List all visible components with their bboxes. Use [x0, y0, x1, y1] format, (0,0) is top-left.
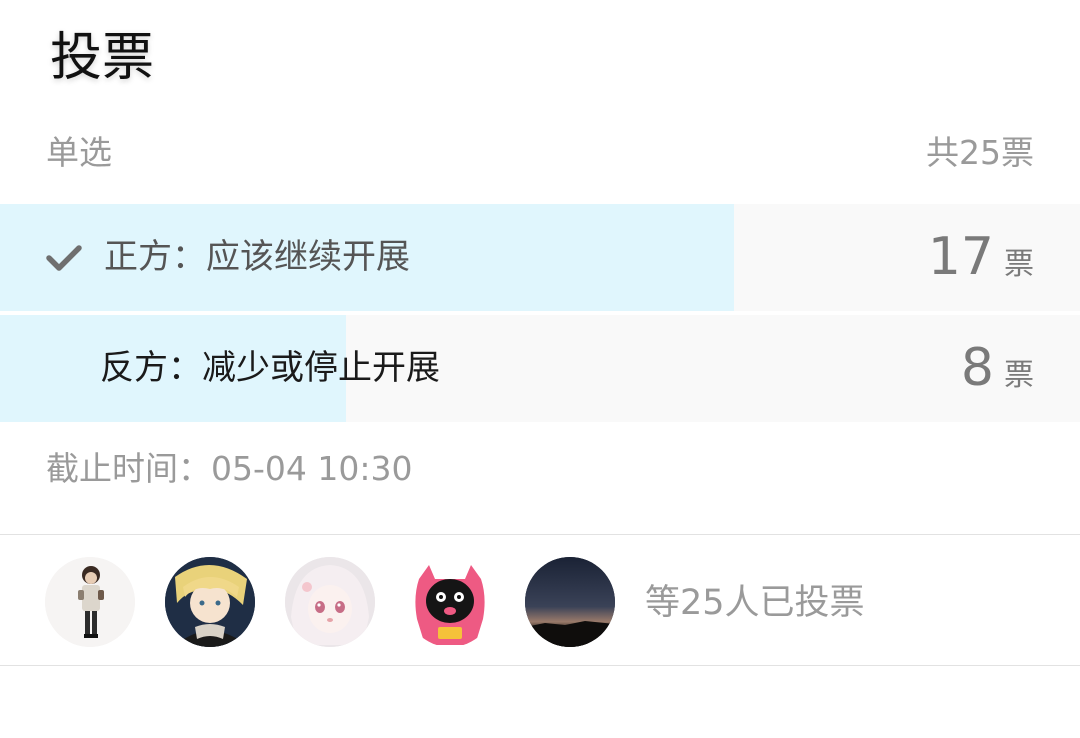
divider [0, 665, 1080, 666]
option-vote-count: 8 票 [961, 337, 1034, 399]
vote-count-number: 17 [927, 227, 994, 287]
avatar[interactable] [525, 557, 615, 647]
avatar-mascot-icon [405, 557, 495, 647]
check-icon [46, 245, 82, 271]
avatar-anime-icon [165, 557, 255, 647]
avatar-landscape-icon [525, 557, 615, 647]
avatar[interactable] [405, 557, 495, 647]
option-label: 反方：减少或停止开展 [100, 348, 440, 388]
poll-mode-label: 单选 [46, 133, 112, 172]
voters-summary: 等25人已投票 [645, 583, 865, 623]
page-title: 投票 [50, 28, 155, 88]
option-vote-count: 17 票 [928, 226, 1034, 288]
vote-count-unit: 票 [1004, 247, 1034, 282]
total-votes-label: 共25票 [926, 133, 1034, 172]
avatar-anime-girl-icon [285, 557, 375, 647]
vote-count-unit: 票 [1004, 358, 1034, 393]
voters-row[interactable]: 等25人已投票 [0, 535, 1080, 665]
avatar-figure-icon [45, 557, 135, 647]
avatar[interactable] [45, 557, 135, 647]
vote-card: 投票 单选 共25票 正方：应该继续开展 17 票 反方：减少或停止开展 8 票… [0, 0, 1080, 738]
poll-option-con[interactable]: 反方：减少或停止开展 8 票 [0, 315, 1080, 422]
avatar[interactable] [165, 557, 255, 647]
deadline-text: 截止时间：05-04 10:30 [46, 449, 413, 488]
avatar[interactable] [285, 557, 375, 647]
poll-option-pro[interactable]: 正方：应该继续开展 17 票 [0, 204, 1080, 311]
vote-count-number: 8 [960, 338, 994, 398]
option-label: 正方：应该继续开展 [104, 237, 410, 277]
